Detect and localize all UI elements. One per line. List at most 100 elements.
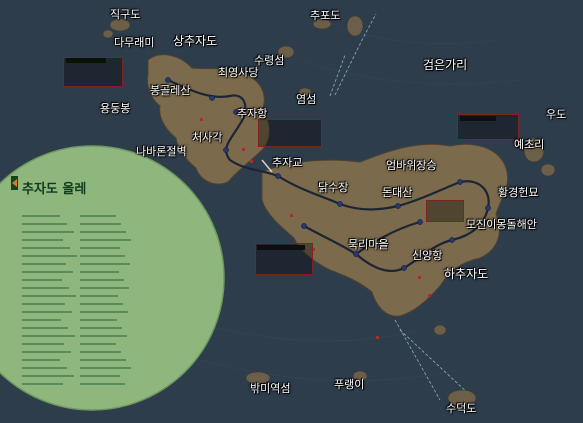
place-label-cheosagak: 처사각 — [192, 131, 223, 144]
place-label-hachujado: 하추자도 — [444, 267, 489, 281]
legend-row-right — [80, 311, 128, 313]
legend-row — [22, 332, 132, 340]
map-canvas: 추자도 올레 직구도 추포도 다무래미 상추자도 수령섬 최영사당 봉골레산 염섬 검은가리 용둥… — [0, 0, 583, 423]
legend-row-left — [22, 223, 67, 225]
place-label-bakmi: 밖미역섬 — [250, 382, 291, 395]
place-label-choeyoung: 최영사당 — [218, 66, 259, 79]
legend-row-right — [80, 351, 121, 353]
legend-row-right — [80, 247, 120, 249]
place-label-damurae: 다무래미 — [114, 36, 155, 49]
legend-row — [22, 236, 132, 244]
legend-row-left — [22, 255, 77, 257]
legend-list — [22, 212, 132, 388]
legend-row — [22, 292, 132, 300]
info-panel-4-header — [460, 116, 496, 121]
legend-row-left — [22, 359, 60, 361]
legend-row-left — [22, 367, 67, 369]
legend-row — [22, 244, 132, 252]
legend-row-right — [80, 263, 130, 265]
legend-row-left — [22, 335, 75, 337]
olle-logo-icon — [11, 176, 18, 190]
legend-title: 추자도 올레 — [22, 182, 87, 197]
place-label-chujagyo: 추자교 — [272, 156, 303, 169]
legend-row-right — [80, 271, 119, 273]
legend-row-left — [22, 271, 73, 273]
place-label-mukrimaeul: 묵리마을 — [348, 238, 389, 251]
place-label-mojini: 모진이몽돌해안 — [466, 218, 537, 231]
legend-row-right — [80, 223, 121, 225]
legend-row — [22, 364, 132, 372]
legend-row-right — [80, 279, 124, 281]
place-label-hwanggyeong: 황경헌묘 — [498, 186, 539, 199]
legend-row-left — [22, 383, 63, 385]
legend-row — [22, 340, 132, 348]
place-label-geomeungari: 검은가리 — [423, 58, 468, 72]
legend-row-right — [80, 367, 131, 369]
place-label-yeomseom: 염섬 — [296, 93, 317, 106]
legend-row — [22, 212, 132, 220]
legend-row-right — [80, 295, 118, 297]
legend-row-right — [80, 239, 131, 241]
place-label-chujahang: 추자항 — [237, 107, 268, 120]
info-panel-2 — [258, 119, 322, 147]
legend-row-right — [80, 375, 120, 377]
legend-row — [22, 268, 132, 276]
legend-row — [22, 220, 132, 228]
legend-row-right — [80, 335, 127, 337]
place-label-chupodo: 추포도 — [310, 9, 341, 22]
legend-row-right — [80, 327, 122, 329]
legend-row-right — [80, 303, 123, 305]
place-label-udo: 우도 — [546, 108, 567, 121]
legend-row — [22, 372, 132, 380]
legend-row-right — [80, 343, 116, 345]
place-label-eopbawi: 엄바위장승 — [386, 159, 437, 172]
info-panel-5 — [426, 200, 464, 222]
legend-row — [22, 284, 132, 292]
place-label-sangchujado: 상추자도 — [173, 34, 218, 48]
info-panel-3-header — [257, 245, 305, 250]
legend-row-left — [22, 343, 64, 345]
legend-row-right — [80, 287, 129, 289]
place-label-dondaesan: 돈대산 — [382, 186, 413, 199]
legend-row-left — [22, 319, 61, 321]
legend-row-right — [80, 215, 116, 217]
place-label-jikgudo: 직구도 — [110, 8, 141, 21]
legend-row-left — [22, 327, 68, 329]
place-label-suryeongseom: 수령섬 — [254, 54, 285, 67]
place-label-yechori: 예초리 — [514, 138, 545, 151]
legend-row-left — [22, 375, 74, 377]
legend-row-left — [22, 279, 62, 281]
legend-row-left — [22, 311, 72, 313]
info-panel-1-header — [66, 58, 106, 63]
place-label-sinyanghang: 신양항 — [412, 249, 443, 262]
legend-row-left — [22, 263, 66, 265]
legend-row-right — [80, 319, 117, 321]
legend-row — [22, 324, 132, 332]
legend-row-left — [22, 215, 60, 217]
place-label-daksujang: 닭수장 — [318, 181, 349, 194]
legend-row-left — [22, 295, 76, 297]
legend-row-left — [22, 247, 70, 249]
place-label-nabareun: 나바론절벽 — [136, 145, 187, 158]
legend-row — [22, 300, 132, 308]
legend-row-right — [80, 383, 125, 385]
legend-row — [22, 228, 132, 236]
legend-row-right — [80, 359, 126, 361]
legend-row-right — [80, 231, 126, 233]
legend-row-left — [22, 231, 74, 233]
legend-row — [22, 356, 132, 364]
legend-row — [22, 276, 132, 284]
legend-row-right — [80, 255, 125, 257]
place-label-sudeokdo: 수덕도 — [446, 402, 477, 415]
legend-row-left — [22, 287, 69, 289]
legend-row — [22, 308, 132, 316]
legend-row — [22, 260, 132, 268]
legend-row-left — [22, 303, 65, 305]
legend-row — [22, 252, 132, 260]
place-label-yongdeungbong: 용둥봉 — [100, 102, 131, 115]
place-label-puraengi: 푸랭이 — [334, 378, 365, 391]
legend-row-left — [22, 351, 71, 353]
legend-row — [22, 380, 132, 388]
legend-row — [22, 348, 132, 356]
legend-row-left — [22, 239, 63, 241]
